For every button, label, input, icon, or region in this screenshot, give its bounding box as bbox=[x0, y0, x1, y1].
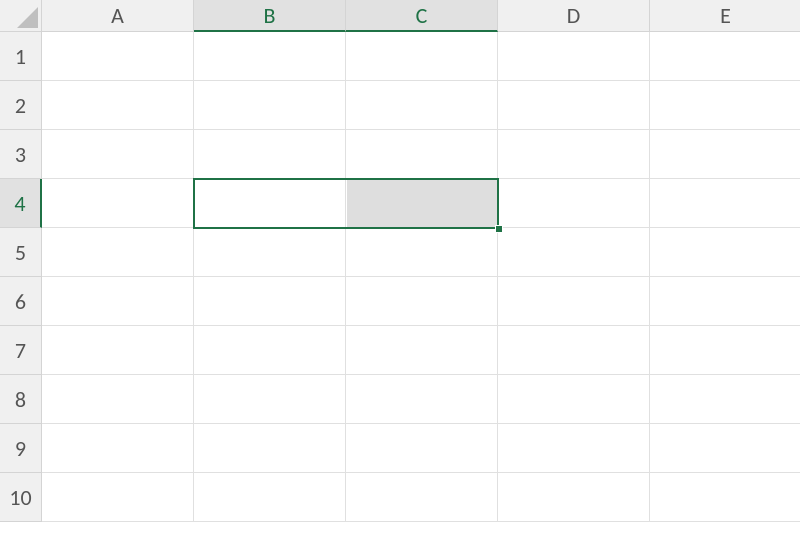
row-header-8[interactable]: 8 bbox=[0, 375, 42, 424]
col-header-label: C bbox=[416, 2, 428, 29]
cell-B10[interactable] bbox=[194, 473, 346, 522]
row-header-label: 2 bbox=[15, 92, 26, 119]
row-header-label: 1 bbox=[15, 43, 26, 70]
cell-B4[interactable] bbox=[194, 179, 346, 228]
cell-C6[interactable] bbox=[346, 277, 498, 326]
cell-E5[interactable] bbox=[650, 228, 800, 277]
cell-C1[interactable] bbox=[346, 32, 498, 81]
cell-B6[interactable] bbox=[194, 277, 346, 326]
cell-C5[interactable] bbox=[346, 228, 498, 277]
cell-B2[interactable] bbox=[194, 81, 346, 130]
cell-C9[interactable] bbox=[346, 424, 498, 473]
spreadsheet: A B C D E 1 2 3 4 5 6 7 8 9 10 bbox=[0, 0, 800, 544]
cell-B5[interactable] bbox=[194, 228, 346, 277]
col-header-E[interactable]: E bbox=[650, 0, 800, 32]
cell-D3[interactable] bbox=[498, 130, 650, 179]
cell-A5[interactable] bbox=[42, 228, 194, 277]
cell-C3[interactable] bbox=[346, 130, 498, 179]
cell-E8[interactable] bbox=[650, 375, 800, 424]
cell-D10[interactable] bbox=[498, 473, 650, 522]
cell-C8[interactable] bbox=[346, 375, 498, 424]
row-header-label: 10 bbox=[9, 484, 31, 511]
cell-D8[interactable] bbox=[498, 375, 650, 424]
cell-C2[interactable] bbox=[346, 81, 498, 130]
cell-A9[interactable] bbox=[42, 424, 194, 473]
cell-E9[interactable] bbox=[650, 424, 800, 473]
cell-D2[interactable] bbox=[498, 81, 650, 130]
cell-E10[interactable] bbox=[650, 473, 800, 522]
cell-A4[interactable] bbox=[42, 179, 194, 228]
cell-C7[interactable] bbox=[346, 326, 498, 375]
cell-D5[interactable] bbox=[498, 228, 650, 277]
cell-A6[interactable] bbox=[42, 277, 194, 326]
cell-B9[interactable] bbox=[194, 424, 346, 473]
row-header-label: 9 bbox=[15, 435, 26, 462]
cell-C4[interactable] bbox=[346, 179, 498, 228]
cell-B7[interactable] bbox=[194, 326, 346, 375]
cell-E4[interactable] bbox=[650, 179, 800, 228]
row-header-label: 8 bbox=[15, 386, 26, 413]
cell-D6[interactable] bbox=[498, 277, 650, 326]
cell-B8[interactable] bbox=[194, 375, 346, 424]
cell-D9[interactable] bbox=[498, 424, 650, 473]
row-header-label: 4 bbox=[14, 190, 25, 217]
row-header-3[interactable]: 3 bbox=[0, 130, 42, 179]
cell-E1[interactable] bbox=[650, 32, 800, 81]
cell-D1[interactable] bbox=[498, 32, 650, 81]
cell-E2[interactable] bbox=[650, 81, 800, 130]
cell-C10[interactable] bbox=[346, 473, 498, 522]
row-header-label: 6 bbox=[15, 288, 26, 315]
cell-E6[interactable] bbox=[650, 277, 800, 326]
row-header-4[interactable]: 4 bbox=[0, 179, 42, 228]
row-header-2[interactable]: 2 bbox=[0, 81, 42, 130]
cell-B3[interactable] bbox=[194, 130, 346, 179]
cell-D7[interactable] bbox=[498, 326, 650, 375]
row-header-label: 7 bbox=[15, 337, 26, 364]
row-header-10[interactable]: 10 bbox=[0, 473, 42, 522]
row-header-5[interactable]: 5 bbox=[0, 228, 42, 277]
cell-A3[interactable] bbox=[42, 130, 194, 179]
col-header-label: A bbox=[111, 2, 124, 29]
cell-A10[interactable] bbox=[42, 473, 194, 522]
col-header-label: D bbox=[567, 2, 581, 29]
fill-handle[interactable] bbox=[495, 225, 503, 233]
cell-E7[interactable] bbox=[650, 326, 800, 375]
cell-A2[interactable] bbox=[42, 81, 194, 130]
col-header-C[interactable]: C bbox=[346, 0, 498, 32]
col-header-label: E bbox=[720, 2, 731, 29]
row-header-1[interactable]: 1 bbox=[0, 32, 42, 81]
cell-A7[interactable] bbox=[42, 326, 194, 375]
row-header-7[interactable]: 7 bbox=[0, 326, 42, 375]
select-all-corner[interactable] bbox=[0, 0, 42, 32]
col-header-B[interactable]: B bbox=[194, 0, 346, 32]
cell-B1[interactable] bbox=[194, 32, 346, 81]
cell-D4[interactable] bbox=[498, 179, 650, 228]
row-header-9[interactable]: 9 bbox=[0, 424, 42, 473]
col-header-D[interactable]: D bbox=[498, 0, 650, 32]
row-header-label: 3 bbox=[15, 141, 26, 168]
cell-A1[interactable] bbox=[42, 32, 194, 81]
col-header-label: B bbox=[264, 2, 276, 29]
col-header-A[interactable]: A bbox=[42, 0, 194, 32]
row-header-6[interactable]: 6 bbox=[0, 277, 42, 326]
row-header-label: 5 bbox=[15, 239, 26, 266]
cell-A8[interactable] bbox=[42, 375, 194, 424]
cell-E3[interactable] bbox=[650, 130, 800, 179]
